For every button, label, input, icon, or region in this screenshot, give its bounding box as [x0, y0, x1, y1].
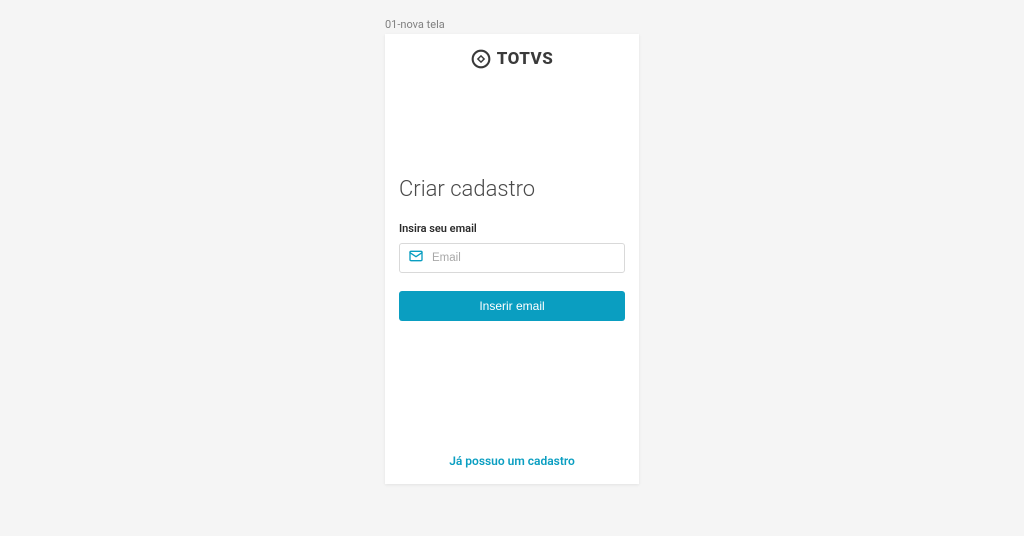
frame-label: 01-nova tela [385, 18, 445, 31]
email-input[interactable] [432, 252, 616, 264]
email-label: Insira seu email [399, 222, 625, 235]
totvs-logo-icon [471, 49, 491, 69]
page-title: Criar cadastro [399, 177, 625, 202]
signup-card: TOTVS Criar cadastro Insira seu email In… [385, 34, 639, 484]
brand-logo: TOTVS [399, 49, 625, 69]
email-input-group[interactable] [399, 243, 625, 273]
brand-name: TOTVS [497, 49, 554, 69]
existing-account-link[interactable]: Já possuo um cadastro [399, 454, 625, 468]
submit-button[interactable]: Inserir email [399, 291, 625, 321]
mail-icon [408, 248, 424, 268]
